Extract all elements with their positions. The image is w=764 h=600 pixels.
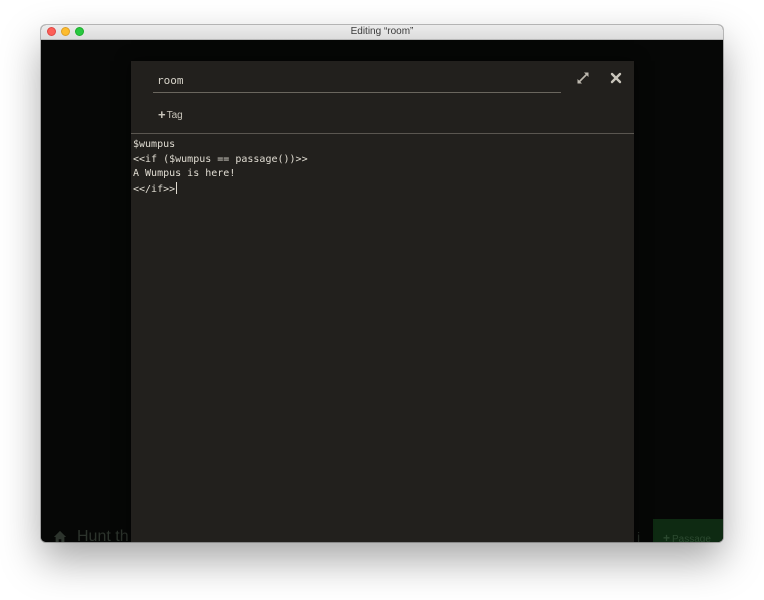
passage-editor-dialog: +Tag $wumpus <<if ($wumpus == passage())…: [131, 61, 634, 542]
add-passage-label: Passage: [672, 534, 711, 542]
close-icon: [610, 72, 622, 84]
add-tag-button[interactable]: +Tag: [158, 107, 183, 123]
dialog-header: +Tag: [131, 61, 634, 134]
code-line: A Wumpus is here!: [133, 168, 236, 179]
home-icon[interactable]: [53, 530, 67, 542]
add-passage-button[interactable]: + Passage: [653, 519, 723, 542]
story-title[interactable]: Hunt th: [77, 528, 129, 542]
add-tag-label: Tag: [166, 110, 183, 121]
code-line-last: <</if>>: [133, 181, 634, 198]
window-title: Editing “room”: [350, 26, 414, 37]
passage-name-input[interactable]: [153, 69, 561, 93]
code-line: <<if ($wumpus == passage())>>: [133, 153, 308, 165]
code-line-text: <</if>>: [133, 183, 176, 195]
story-map-background: Hunt th i + Passage room +Tag $wumpus <<…: [41, 40, 723, 542]
app-window: Editing “room” Hunt th i + Passage room …: [41, 25, 723, 542]
expand-arrows-icon: [577, 72, 589, 84]
code-line: $wumpus: [133, 139, 176, 150]
plus-icon: +: [663, 531, 671, 542]
title-bar: Editing “room”: [41, 25, 723, 40]
plus-icon: +: [158, 107, 166, 122]
passage-text-editor[interactable]: $wumpus <<if ($wumpus == passage())>> A …: [131, 138, 634, 542]
text-caret: [176, 181, 178, 194]
close-button[interactable]: [608, 70, 624, 86]
maximize-button[interactable]: [575, 70, 591, 86]
story-meta-fragment: i: [637, 529, 641, 542]
